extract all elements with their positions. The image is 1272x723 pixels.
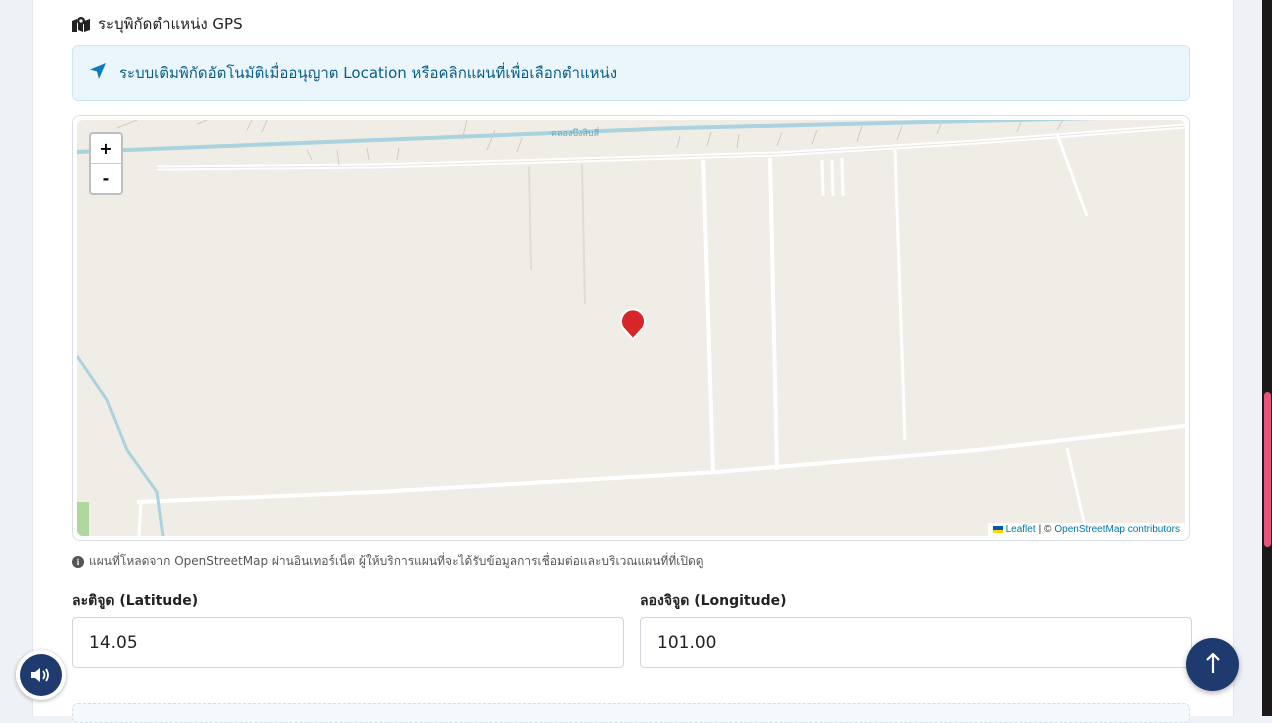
zoom-control: + - <box>89 132 123 195</box>
zoom-out-button[interactable]: - <box>91 163 121 193</box>
osm-link[interactable]: OpenStreetMap contributors <box>1054 524 1180 535</box>
latitude-label: ละติจูด (Latitude) <box>72 593 199 609</box>
alert-text: ระบบเติมพิกัดอัตโนมัติเมื่ออนุญาต Locati… <box>119 64 618 82</box>
speaker-icon <box>20 654 62 696</box>
ukraine-flag-icon <box>992 526 1003 533</box>
latitude-input[interactable] <box>72 617 624 668</box>
scrollbar-thumb[interactable] <box>1264 392 1271 547</box>
scroll-top-button[interactable] <box>1186 638 1239 691</box>
leaflet-link[interactable]: Leaflet <box>1006 524 1036 535</box>
section-header: ระบุพิกัดตำแหน่ง GPS <box>72 12 243 36</box>
canal-label: คลองบึงสิบสี่ <box>551 126 600 138</box>
location-arrow-icon <box>89 62 107 84</box>
audio-button[interactable] <box>16 650 66 700</box>
info-icon: i <box>72 555 84 568</box>
location-marker[interactable] <box>620 308 646 344</box>
longitude-label: ลองจิจูด (Longitude) <box>640 593 787 609</box>
longitude-input[interactable] <box>640 617 1192 668</box>
scrollbar[interactable] <box>1262 0 1272 716</box>
note-text: แผนที่โหลดจาก OpenStreetMap ผ่านอินเทอร์… <box>89 554 704 568</box>
map-location-icon <box>72 16 90 32</box>
arrow-up-icon <box>1205 652 1221 678</box>
next-section-box <box>72 703 1190 723</box>
map-canvas[interactable]: คลองบึงสิบสี่ + - Leaflet | © OpenStreet… <box>77 120 1185 536</box>
zoom-in-button[interactable]: + <box>91 134 121 163</box>
map-note: i แผนที่โหลดจาก OpenStreetMap ผ่านอินเทอ… <box>72 552 704 571</box>
info-alert: ระบบเติมพิกัดอัตโนมัติเมื่ออนุญาต Locati… <box>72 45 1190 101</box>
map-container: คลองบึงสิบสี่ + - Leaflet | © OpenStreet… <box>72 115 1190 541</box>
attribution-separator: | © <box>1038 524 1052 535</box>
section-title: ระบุพิกัดตำแหน่ง GPS <box>98 15 243 33</box>
map-attribution: Leaflet | © OpenStreetMap contributors <box>987 523 1185 536</box>
